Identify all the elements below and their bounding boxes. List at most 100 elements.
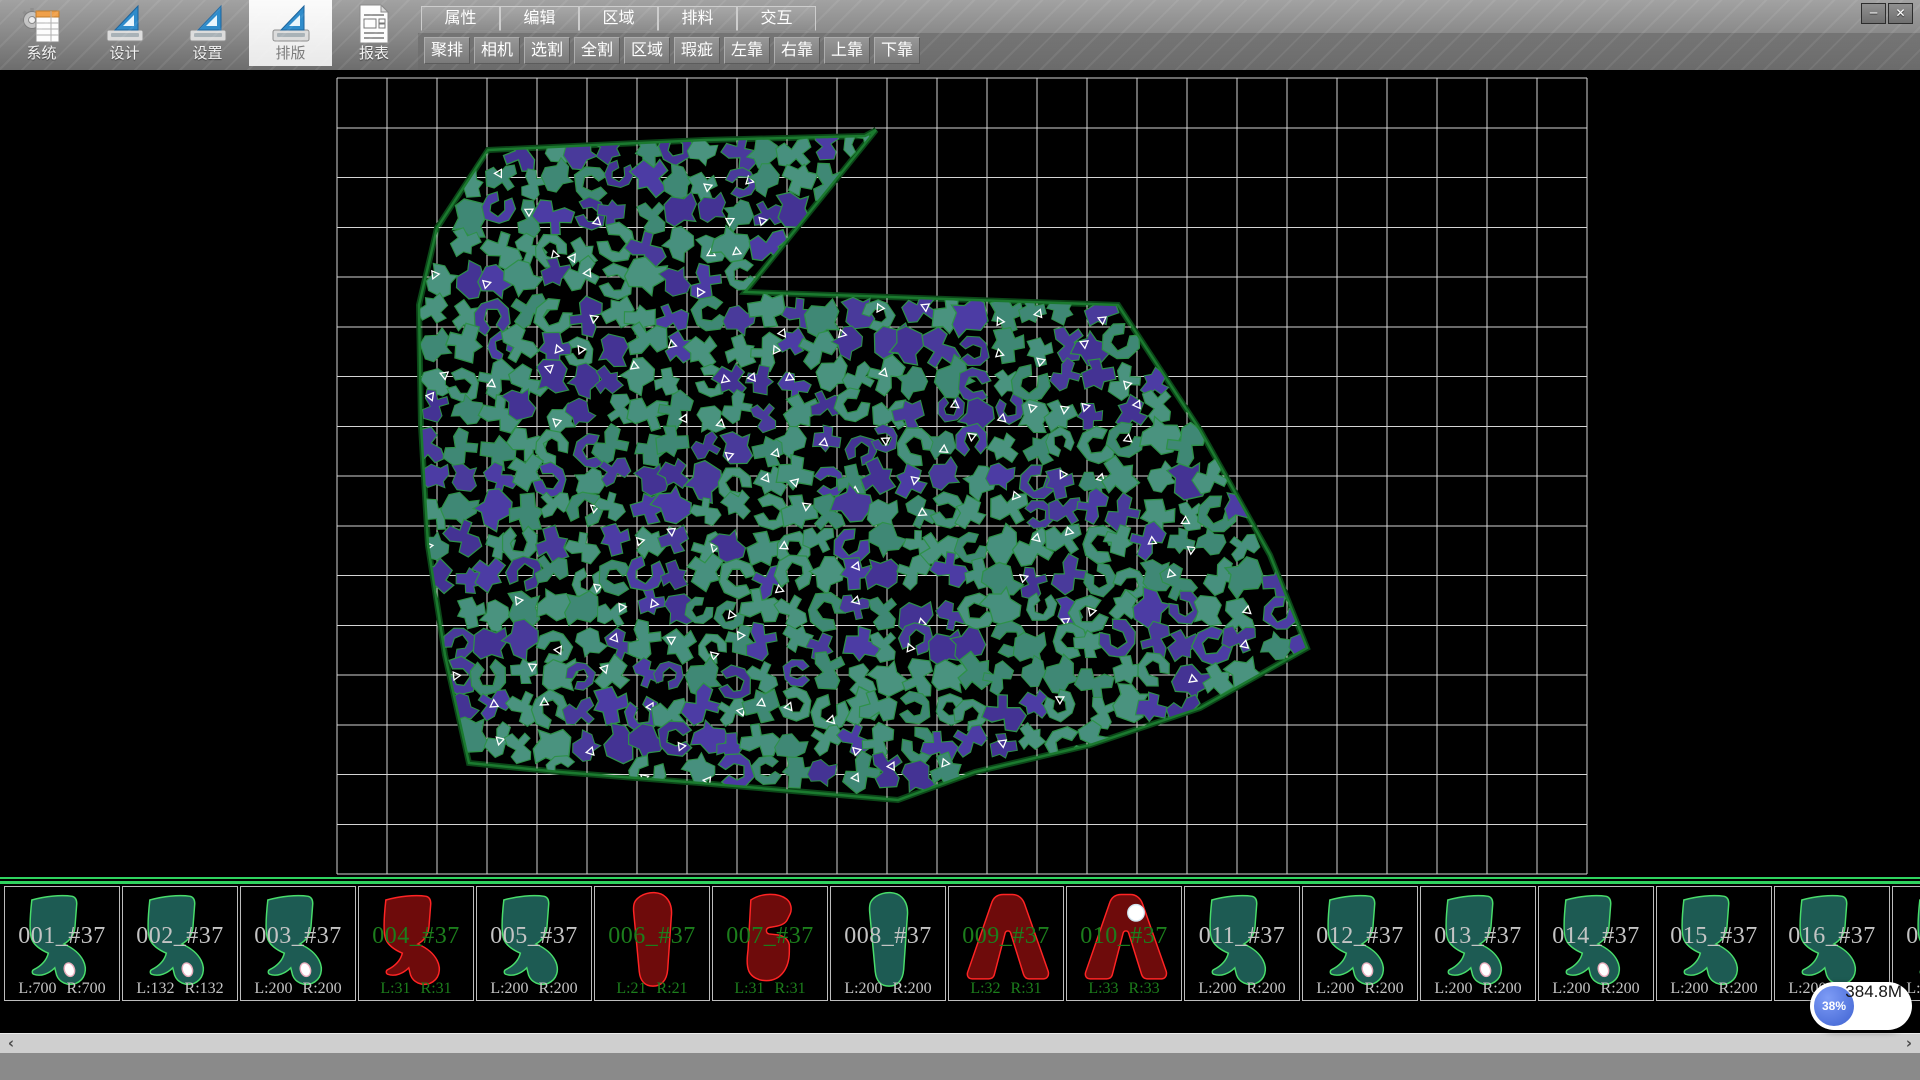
main-button-design[interactable]: 设计 [83,0,166,66]
left-count: L:700 [18,980,56,997]
left-count: L:132 [136,980,174,997]
tool-button-align-left[interactable]: 左靠 [724,37,770,64]
piece-name-label: 014_#37 [1539,923,1653,950]
right-count: R:31 [1011,980,1042,997]
left-count: L:200 [1316,980,1354,997]
menu-tab-interact[interactable]: 交互 [737,6,816,31]
main-button-label: 报表 [332,42,416,63]
right-count: R:200 [1483,980,1522,997]
main-button-layout[interactable]: 排版 [249,0,332,66]
piece-thumbnail-strip: 001_#37L:700R:700002_#37L:132R:132003_#3… [0,886,1920,1003]
piece-thumbnail-007_#37[interactable]: 007_#37 L:31 R:31 [712,886,828,1001]
gear-document-icon [19,2,65,46]
right-count: R:132 [185,980,224,997]
left-count: L:33 [1088,980,1118,997]
piece-name-label: 016_#37 [1775,923,1889,950]
piece-name-label: 010_#37 [1067,923,1181,950]
piece-thumbnail-010_#37[interactable]: 010_#37 L:33 R:33 [1066,886,1182,1001]
right-count: R:31 [775,980,806,997]
piece-thumbnail-002_#37[interactable]: 002_#37 L:132 R:132 [122,886,238,1001]
menu-tab-edit[interactable]: 编辑 [500,6,579,31]
toolbar: 系统 设计 设置 排版 报表 属性编辑区域排料交互 聚排相机选割全割区域瑕疵左靠… [0,0,1920,70]
piece-name-label: 009_#37 [949,923,1063,950]
piece-count-meta: L:21R:21 [595,980,709,998]
piece-count-meta: L:31R:31 [359,980,473,998]
right-count: R:200 [539,980,578,997]
piece-thumbnail-008_#37[interactable]: 008_#37L:200R:200 [830,886,946,1001]
piece-count-meta: L:200 R:200 [1421,980,1535,998]
left-count: L:200 [1434,980,1472,997]
piece-name-label: 012_#37 [1303,923,1417,950]
left-count: L:200 [1198,980,1236,997]
right-count: R:200 [303,980,342,997]
piece-count-meta: L:200R:200 [1657,980,1771,998]
piece-thumbnail-006_#37[interactable]: 006_#37 L:21R:21 [594,886,710,1001]
piece-thumbnail-011_#37[interactable]: 011_#37 L:200 R:200 [1184,886,1300,1001]
piece-count-meta: L:31 R:31 [713,980,827,998]
piece-thumbnail-013_#37[interactable]: 013_#37 L:200 R:200 [1420,886,1536,1001]
piece-name-label: 017_#37 [1893,923,1920,950]
tool-button-select-cut[interactable]: 选割 [524,37,570,64]
piece-name-label: 007_#37 [713,923,827,950]
tool-button-defect[interactable]: 瑕疵 [674,37,720,64]
right-count: R:200 [893,980,932,997]
menu-tab-properties[interactable]: 属性 [421,6,500,31]
tool-button-cut-all[interactable]: 全割 [574,37,620,64]
piece-name-label: 002_#37 [123,923,237,950]
tool-button-align-right[interactable]: 右靠 [774,37,820,64]
piece-thumbnail-003_#37[interactable]: 003_#37 L:200 R:200 [240,886,356,1001]
left-count: L:200 [254,980,292,997]
tool-button-camera[interactable]: 相机 [474,37,520,64]
tool-button-align-top[interactable]: 上靠 [824,37,870,64]
piece-count-meta: L:700 R:700 [5,980,119,998]
scroll-right-button[interactable]: › [1898,1034,1920,1053]
tool-button-cluster[interactable]: 聚排 [424,37,470,64]
piece-name-label: 003_#37 [241,923,355,950]
close-button[interactable]: ✕ [1888,3,1913,24]
left-count: L:32 [970,980,1000,997]
piece-count-meta: L:32 R:31 [949,980,1063,998]
right-count: R:200 [1365,980,1404,997]
tool-button-zone[interactable]: 区域 [624,37,670,64]
strip-separator-line [0,877,1920,879]
main-button-system[interactable]: 系统 [0,0,83,66]
piece-name-label: 006_#37 [595,923,709,950]
right-count: R:200 [1719,980,1758,997]
main-button-report[interactable]: 报表 [332,0,416,66]
piece-name-label: 013_#37 [1421,923,1535,950]
menu-tab-nesting[interactable]: 排料 [658,6,737,31]
right-count: R:200 [1601,980,1640,997]
piece-thumbnail-004_#37[interactable]: 004_#37 L:31R:31 [358,886,474,1001]
scroll-left-button[interactable]: ‹ [0,1034,22,1053]
left-count: L:200 [1552,980,1590,997]
menu-tab-region[interactable]: 区域 [579,6,658,31]
piece-thumbnail-005_#37[interactable]: 005_#37L:200R:200 [476,886,592,1001]
application-window: 系统 设计 设置 排版 报表 属性编辑区域排料交互 聚排相机选割全割区域瑕疵左靠… [0,0,1920,1080]
right-count: R:33 [1129,980,1160,997]
piece-count-meta: L:132 R:132 [123,980,237,998]
piece-name-label: 011_#37 [1185,923,1299,950]
memory-badge: 38% 384.8M [1810,982,1912,1030]
piece-thumbnail-001_#37[interactable]: 001_#37L:700R:700 [4,886,120,1001]
left-count: L:31 [734,980,764,997]
main-button-label: 排版 [249,42,332,63]
piece-thumbnail-009_#37[interactable]: 009_#37 L:32 R:31 [948,886,1064,1001]
tool-button-align-bottom[interactable]: 下靠 [874,37,920,64]
piece-name-label: 015_#37 [1657,923,1771,950]
left-count: L:31 [380,980,410,997]
piece-count-meta: L:200 R:200 [1303,980,1417,998]
set-square-icon [268,2,314,46]
piece-count-meta: L:200R:200 [477,980,591,998]
set-square-icon [185,2,231,46]
minimize-button[interactable]: ─ [1861,3,1886,24]
piece-thumbnail-012_#37[interactable]: 012_#37 L:200 R:200 [1302,886,1418,1001]
main-button-settings[interactable]: 设置 [166,0,249,66]
horizontal-scrollbar[interactable]: ‹ › [0,1033,1920,1053]
piece-thumbnail-015_#37[interactable]: 015_#37 L:200R:200 [1656,886,1772,1001]
set-square-icon [102,2,148,46]
piece-name-label: 004_#37 [359,923,473,950]
piece-count-meta: L:33 R:33 [1067,980,1181,998]
right-count: R:700 [67,980,106,997]
right-count: R:200 [1247,980,1286,997]
piece-thumbnail-014_#37[interactable]: 014_#37 L:200 R:200 [1538,886,1654,1001]
